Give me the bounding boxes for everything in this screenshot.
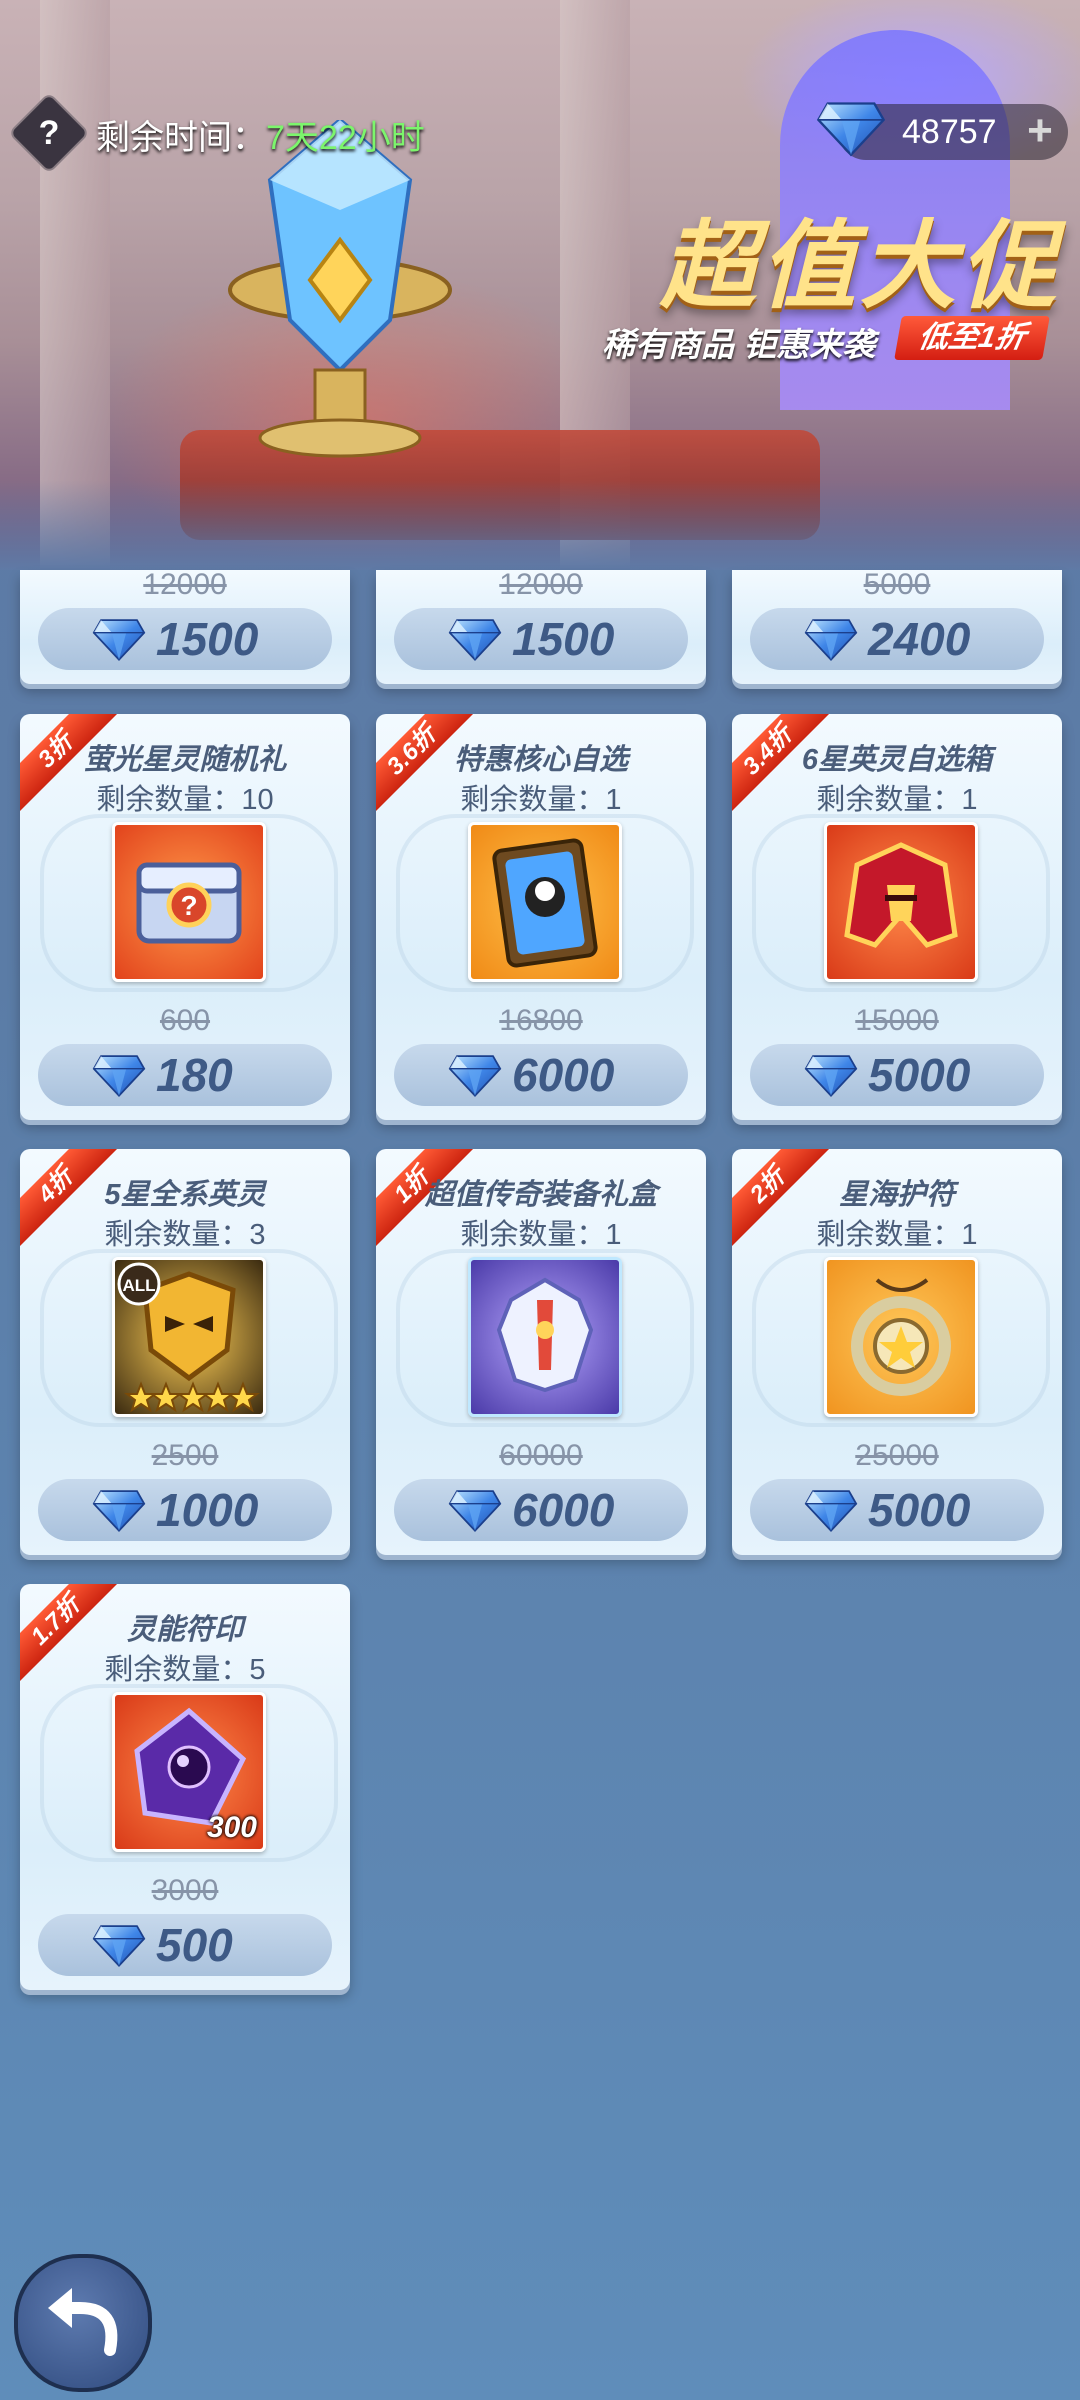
original-price: 16800: [499, 1004, 583, 1037]
helmet-icon: [824, 822, 978, 982]
buy-button[interactable]: 6000: [394, 1479, 688, 1541]
item-remaining: 剩余数量：1: [816, 1219, 978, 1251]
item-remaining: 剩余数量：5: [104, 1654, 266, 1686]
amulet-icon: [824, 1257, 978, 1417]
price-value: 6000: [512, 1484, 615, 1536]
price-value: 5000: [868, 1484, 971, 1536]
original-price: 12000: [499, 570, 583, 601]
diamond-icon: [804, 1487, 858, 1533]
price-value: 1000: [156, 1484, 259, 1536]
item-title: 萤光星灵随机礼: [83, 744, 287, 776]
item-title: 特惠核心自选: [453, 744, 628, 776]
shop-item-card[interactable]: 12000 1500: [376, 570, 706, 684]
item-quantity: 300: [206, 1811, 257, 1844]
buy-button[interactable]: 1500: [38, 608, 332, 670]
shop-item-card[interactable]: 1.7折 灵能符印 剩余数量：5 300 3000 500: [20, 1584, 350, 1990]
buy-button[interactable]: 1500: [394, 608, 688, 670]
diamond-icon: [92, 1487, 146, 1533]
diamond-icon: [448, 616, 502, 662]
shop-item-card[interactable]: 3.6折 特惠核心自选 剩余数量：1 16800 6000: [376, 714, 706, 1120]
item-title: 5星全系英灵: [104, 1179, 266, 1211]
armor-icon: [468, 1257, 622, 1417]
buy-button[interactable]: 5000: [750, 1044, 1044, 1106]
buy-button[interactable]: 180: [38, 1044, 332, 1106]
item-title: 超值传奇装备礼盒: [424, 1179, 657, 1211]
item-title: 星海护符: [838, 1179, 955, 1211]
diamond-icon: [92, 616, 146, 662]
svg-text:?: ?: [180, 890, 197, 921]
shop-item-card[interactable]: 5000 2400: [732, 570, 1062, 684]
diamond-icon: [804, 1052, 858, 1098]
price-value: 2400: [868, 613, 971, 665]
original-price: 60000: [499, 1439, 583, 1472]
original-price: 25000: [855, 1439, 939, 1472]
chest-icon: ?: [112, 822, 266, 982]
shop-item-card[interactable]: 4折 5星全系英灵 剩余数量：3 ALL 2500 1000: [20, 1149, 350, 1555]
item-remaining: 剩余数量：3: [104, 1219, 266, 1251]
shop-item-card[interactable]: 3折 萤光星灵随机礼 剩余数量：10 ? 600 180: [20, 714, 350, 1120]
shop-item-card[interactable]: 2折 星海护符 剩余数量：1 25000 5000: [732, 1149, 1062, 1555]
price-value: 1500: [512, 613, 615, 665]
diamond-icon: [92, 1052, 146, 1098]
buy-button[interactable]: 500: [38, 1914, 332, 1976]
mask-all-icon: ALL: [112, 1257, 266, 1417]
item-remaining: 剩余数量：1: [460, 1219, 622, 1251]
item-title: 灵能符印: [126, 1614, 243, 1646]
shop-item-card[interactable]: 1折 超值传奇装备礼盒 剩余数量：1 60000 6000: [376, 1149, 706, 1555]
item-remaining: 剩余数量：1: [460, 784, 622, 816]
diamond-icon: [804, 616, 858, 662]
price-value: 5000: [868, 1049, 971, 1101]
original-price: 600: [159, 1004, 211, 1037]
shop-item-card[interactable]: 12000 1500: [20, 570, 350, 684]
back-arrow-icon: [48, 2288, 118, 2356]
shop-item-card[interactable]: 3.4折 6星英灵自选箱 剩余数量：1 15000 5000: [732, 714, 1062, 1120]
buy-button[interactable]: 2400: [750, 608, 1044, 670]
item-remaining: 剩余数量：1: [816, 784, 978, 816]
item-title: 6星英灵自选箱: [801, 744, 993, 776]
original-price: 3000: [151, 1874, 219, 1907]
all-badge: ALL: [122, 1276, 155, 1295]
item-remaining: 剩余数量：10: [96, 784, 274, 816]
original-price: 5000: [863, 570, 931, 601]
back-button[interactable]: [14, 2254, 152, 2392]
original-price: 12000: [143, 570, 227, 601]
price-value: 500: [156, 1919, 233, 1971]
core-card-icon: [468, 822, 622, 982]
buy-button[interactable]: 5000: [750, 1479, 1044, 1541]
price-value: 6000: [512, 1049, 615, 1101]
price-value: 1500: [156, 613, 259, 665]
shop-grid: 12000 1500 12000 1500 5000 2400 3折 萤光星灵随…: [0, 0, 1080, 2400]
diamond-icon: [448, 1487, 502, 1533]
price-value: 180: [156, 1049, 233, 1101]
buy-button[interactable]: 1000: [38, 1479, 332, 1541]
buy-button[interactable]: 6000: [394, 1044, 688, 1106]
original-price: 15000: [855, 1004, 939, 1037]
sigil-icon: 300: [112, 1692, 266, 1852]
diamond-icon: [448, 1052, 502, 1098]
diamond-icon: [92, 1922, 146, 1968]
original-price: 2500: [151, 1439, 219, 1472]
